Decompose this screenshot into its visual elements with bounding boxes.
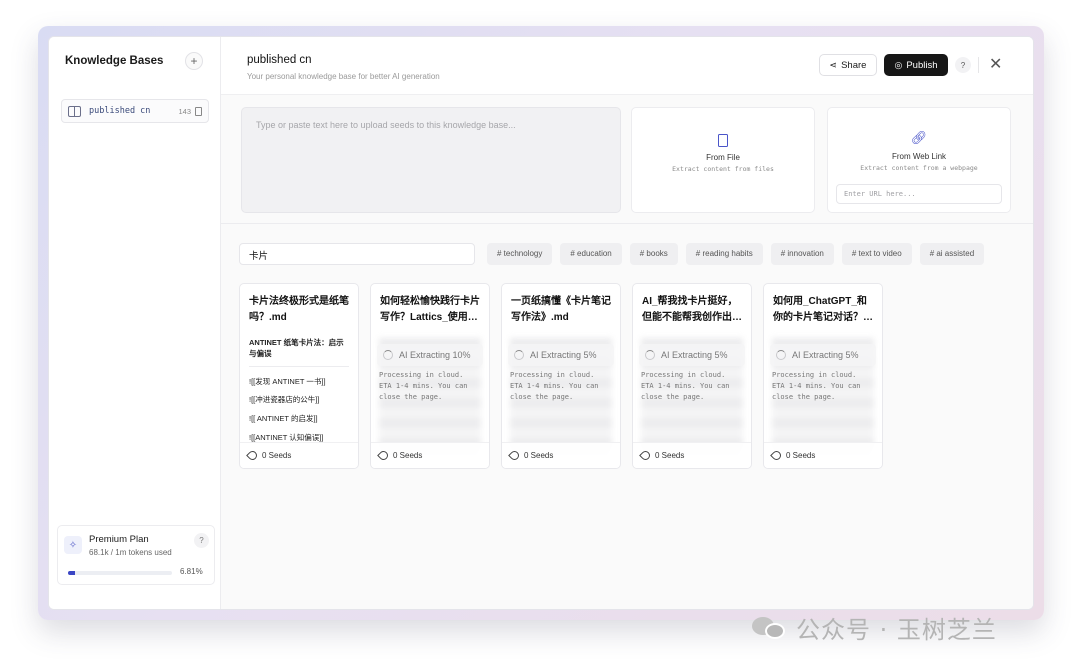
usage-progress-fill xyxy=(68,571,76,575)
plan-help-button[interactable]: ? xyxy=(194,533,209,548)
seed-icon xyxy=(246,449,259,462)
usage-percent: 6.81% xyxy=(180,567,203,576)
tag-chip[interactable]: # books xyxy=(629,243,678,265)
extracting-status: AI Extracting 10% xyxy=(377,344,483,366)
add-knowledge-base-button[interactable]: + xyxy=(185,52,203,70)
token-usage: 68.1k / 1m tokens used xyxy=(89,548,172,557)
seed-count: 0 Seeds xyxy=(262,451,292,460)
extracting-label: AI Extracting 5% xyxy=(530,350,597,360)
from-file-card[interactable]: From File Extract content from files xyxy=(631,107,815,213)
seed-count: 0 Seeds xyxy=(786,451,816,460)
extracting-label: AI Extracting 5% xyxy=(792,350,859,360)
tag-filter-list: # technology # education # books # reading … xyxy=(487,243,1033,265)
plan-card: ✧ Premium Plan 68.1k / 1m tokens used ? … xyxy=(57,525,215,585)
seed-icon xyxy=(508,449,521,462)
seed-icon xyxy=(770,449,783,462)
header-divider xyxy=(978,57,979,73)
card-title: 如何用_ChatGPT_和你的卡片笔记对话？… xyxy=(773,296,873,323)
share-label: Share xyxy=(841,59,867,71)
document-card[interactable]: 如何用_ChatGPT_和你的卡片笔记对话？… AI Extracting 5%… xyxy=(763,283,883,469)
document-card[interactable]: AI_帮我找卡片挺好，但能不能帮我创作出… AI Extracting 5% P… xyxy=(632,283,752,469)
from-file-title: From File xyxy=(706,153,740,162)
publish-label: Publish xyxy=(906,59,938,71)
from-web-title: From Web Link xyxy=(891,152,947,161)
paste-text-area[interactable]: Type or paste text here to upload seeds … xyxy=(241,107,621,213)
main-panel: published cn Your personal knowledge bas… xyxy=(221,37,1033,609)
sidebar: Knowledge Bases + published cn 143 ✧ Pre… xyxy=(49,37,221,609)
help-button[interactable]: ? xyxy=(955,57,971,73)
sparkle-icon: ✧ xyxy=(64,536,82,554)
seed-count: 143 xyxy=(178,106,191,116)
card-footer: 0 Seeds xyxy=(371,442,489,468)
card-line: ![[ ANTINET 的启发]] xyxy=(249,414,318,423)
card-divider xyxy=(249,366,349,367)
processing-note: Processing in cloud. ETA 1-4 mins. You c… xyxy=(641,371,730,401)
card-title: 卡片法终极形式是纸笔吗？.md xyxy=(249,296,349,323)
card-footer: 0 Seeds xyxy=(633,442,751,468)
seed-count: 0 Seeds xyxy=(655,451,685,460)
seed-icon xyxy=(639,449,652,462)
sidebar-item-label: published cn xyxy=(89,106,151,116)
extracting-label: AI Extracting 10% xyxy=(399,350,471,360)
document-icon xyxy=(195,106,202,116)
from-file-desc: Extract content from files xyxy=(672,165,774,173)
watermark-text: 公众号 · 玉树芝兰 xyxy=(796,616,997,644)
tag-chip[interactable]: # technology xyxy=(487,243,553,265)
url-input[interactable]: Enter URL here... xyxy=(836,184,1002,204)
spinner-icon xyxy=(383,350,393,360)
card-title: AI_帮我找卡片挺好，但能不能帮我创作出… xyxy=(642,296,742,323)
card-line: ![[发现 ANTINET 一书]] xyxy=(249,377,326,386)
card-heading: ANTINET 纸笔卡片法：启示与偏误 xyxy=(249,338,344,358)
publish-button[interactable]: ◎ Publish xyxy=(884,54,948,76)
page-subtitle: Your personal knowledge base for better … xyxy=(247,72,440,81)
seed-count: 0 Seeds xyxy=(393,451,423,460)
globe-icon: ◎ xyxy=(894,59,903,70)
spinner-icon xyxy=(514,350,524,360)
tag-chip[interactable]: # innovation xyxy=(770,243,834,265)
card-footer: 0 Seeds xyxy=(764,442,882,468)
processing-note: Processing in cloud. ETA 1-4 mins. You c… xyxy=(510,371,599,401)
section-divider xyxy=(221,223,1033,224)
tag-chip[interactable]: # education xyxy=(560,243,622,265)
close-icon[interactable]: ✕ xyxy=(989,54,1002,74)
extracting-status: AI Extracting 5% xyxy=(770,344,876,366)
seed-icon xyxy=(377,449,390,462)
card-footer: 0 Seeds xyxy=(502,442,620,468)
watermark: 公众号 · 玉树芝兰 xyxy=(752,610,997,645)
document-card[interactable]: 一页纸搞懂《卡片笔记写作法》.md AI Extracting 5% Proce… xyxy=(501,283,621,469)
card-line: ![[冲进瓷器店的公牛]] xyxy=(249,395,320,404)
page-title: published cn xyxy=(247,54,312,66)
sidebar-item-published-cn[interactable]: published cn 143 xyxy=(61,99,209,123)
card-title: 如何轻松愉快践行卡片写作？Lattics_使用… xyxy=(380,296,480,323)
document-card[interactable]: 如何轻松愉快践行卡片写作？Lattics_使用… AI Extracting 1… xyxy=(370,283,490,469)
share-button[interactable]: ⋖ Share xyxy=(819,54,877,76)
tag-chip[interactable]: # reading habits xyxy=(685,243,763,265)
link-icon: 🔗︎ xyxy=(910,130,928,145)
extracting-status: AI Extracting 5% xyxy=(508,344,614,366)
from-web-link-card: 🔗︎ From Web Link Extract content from a … xyxy=(827,107,1011,213)
book-icon xyxy=(68,105,81,117)
from-web-desc: Extract content from a webpage xyxy=(860,164,978,172)
spinner-icon xyxy=(645,350,655,360)
processing-note: Processing in cloud. ETA 1-4 mins. You c… xyxy=(772,371,861,401)
card-footer: 0 Seeds xyxy=(240,442,358,468)
usage-progress-bar xyxy=(68,571,172,575)
sidebar-title: Knowledge Bases xyxy=(65,55,164,67)
app-window: Knowledge Bases + published cn 143 ✧ Pre… xyxy=(48,36,1034,610)
extracting-status: AI Extracting 5% xyxy=(639,344,745,366)
header: published cn Your personal knowledge bas… xyxy=(221,37,1033,95)
seed-count: 0 Seeds xyxy=(524,451,554,460)
tag-chip[interactable]: # ai assisted xyxy=(919,243,985,265)
card-title: 一页纸搞懂《卡片笔记写作法》.md xyxy=(511,296,611,323)
plan-name: Premium Plan xyxy=(89,534,149,545)
tag-chip[interactable]: # text to video xyxy=(841,243,912,265)
share-icon: ⋖ xyxy=(829,59,838,70)
processing-note: Processing in cloud. ETA 1-4 mins. You c… xyxy=(379,371,468,401)
spinner-icon xyxy=(776,350,786,360)
search-input[interactable]: 卡片 xyxy=(239,243,475,265)
wechat-logo-icon xyxy=(752,615,788,641)
file-icon xyxy=(718,134,728,147)
document-card[interactable]: 卡片法终极形式是纸笔吗？.md ANTINET 纸笔卡片法：启示与偏误 ![[发… xyxy=(239,283,359,469)
extracting-label: AI Extracting 5% xyxy=(661,350,728,360)
